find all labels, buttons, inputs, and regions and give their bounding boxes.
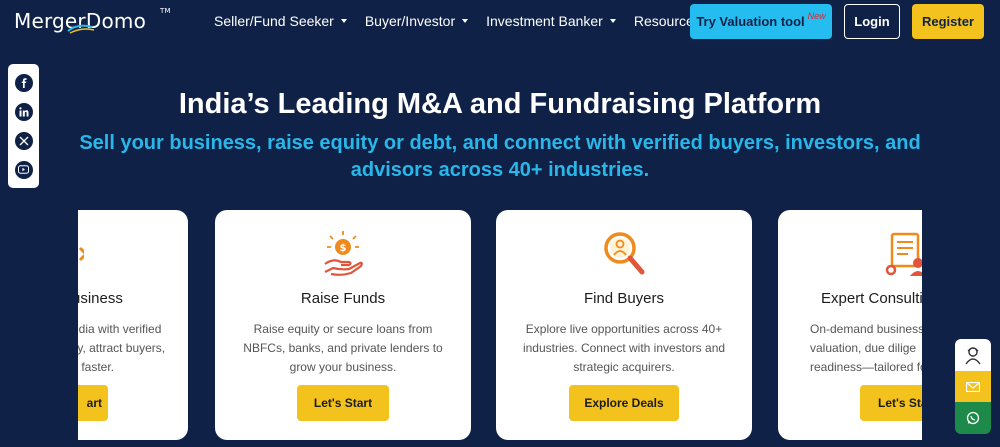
advisor-icon — [965, 347, 981, 365]
sell-business-icon — [78, 246, 84, 262]
hero-title: India’s Leading M&A and Fundraising Plat… — [178, 88, 822, 120]
nav-label: Investment Banker — [486, 13, 603, 29]
email-contact-button[interactable] — [955, 370, 991, 403]
youtube-icon[interactable] — [14, 160, 33, 179]
card-description: Raise equity or secure loans from NBFCs,… — [243, 322, 443, 374]
find-buyers-icon — [604, 232, 645, 275]
explore-deals-button[interactable]: Explore Deals — [569, 385, 679, 421]
chevron-down-icon — [462, 19, 469, 23]
whatsapp-icon — [966, 412, 980, 425]
expert-consulting-icon — [885, 232, 922, 276]
hero-subtitle: Sell your business, raise equity or debt… — [79, 132, 921, 181]
main-nav: Seller/Fund Seeker Buyer/Investor Invest… — [214, 13, 719, 29]
nav-label: Seller/Fund Seeker — [214, 13, 334, 29]
new-badge: New — [807, 10, 826, 21]
mail-icon — [966, 381, 980, 392]
nav-investment-banker[interactable]: Investment Banker — [486, 13, 616, 29]
service-card-find-buyers: Find Buyers Explore live opportunities a… — [496, 210, 752, 440]
logo-swirl-icon — [67, 24, 95, 34]
svg-text:$: $ — [340, 243, 347, 254]
whatsapp-contact-button[interactable] — [955, 402, 991, 434]
chevron-down-icon — [609, 19, 616, 23]
lets-start-button[interactable]: Let's Sta — [860, 385, 922, 421]
card-title: Raise Funds — [300, 290, 386, 307]
card-description: ndia with verified lly, attract buyers, … — [78, 322, 166, 374]
top-navbar: MergerDomo TM Seller/Fund Seeker Buyer/I… — [0, 0, 1000, 44]
service-card-sell-business: usiness ndia with verified lly, attract … — [78, 210, 188, 440]
card-description: On-demand business valuation, due dilige… — [810, 322, 922, 374]
nav-buyer-investor[interactable]: Buyer/Investor — [364, 13, 469, 29]
nav-seller-fund-seeker[interactable]: Seller/Fund Seeker — [214, 13, 347, 29]
x-icon[interactable] — [14, 131, 33, 150]
logo[interactable]: MergerDomo TM — [14, 7, 171, 34]
nav-label: Buyer/Investor — [364, 13, 456, 29]
raise-funds-icon: $ — [324, 231, 363, 276]
advisor-contact-button[interactable] — [955, 339, 991, 371]
chevron-down-icon — [340, 19, 347, 23]
valuation-label: Try Valuation tool — [696, 14, 805, 29]
card-start-button[interactable]: art — [78, 385, 108, 421]
card-description: Explore live opportunities across 40+ in… — [522, 322, 726, 374]
service-card-expert-consulting: Expert Consulti On-demand business valua… — [778, 210, 922, 440]
contact-widget — [955, 339, 991, 434]
services-carousel: usiness ndia with verified lly, attract … — [78, 210, 922, 447]
trademark-label: TM — [160, 7, 171, 15]
social-sidebar — [8, 64, 39, 188]
card-title: Expert Consulti — [821, 290, 922, 307]
service-card-raise-funds: $ Raise Funds Raise equity or secure loa… — [215, 210, 471, 440]
card-title: Find Buyers — [583, 290, 665, 307]
login-button[interactable]: Login — [844, 4, 900, 39]
register-button[interactable]: Register — [912, 4, 984, 39]
card-title: usiness — [78, 290, 123, 307]
try-valuation-tool-button[interactable]: Try Valuation tool New — [690, 4, 832, 39]
lets-start-button[interactable]: Let's Start — [297, 385, 389, 421]
